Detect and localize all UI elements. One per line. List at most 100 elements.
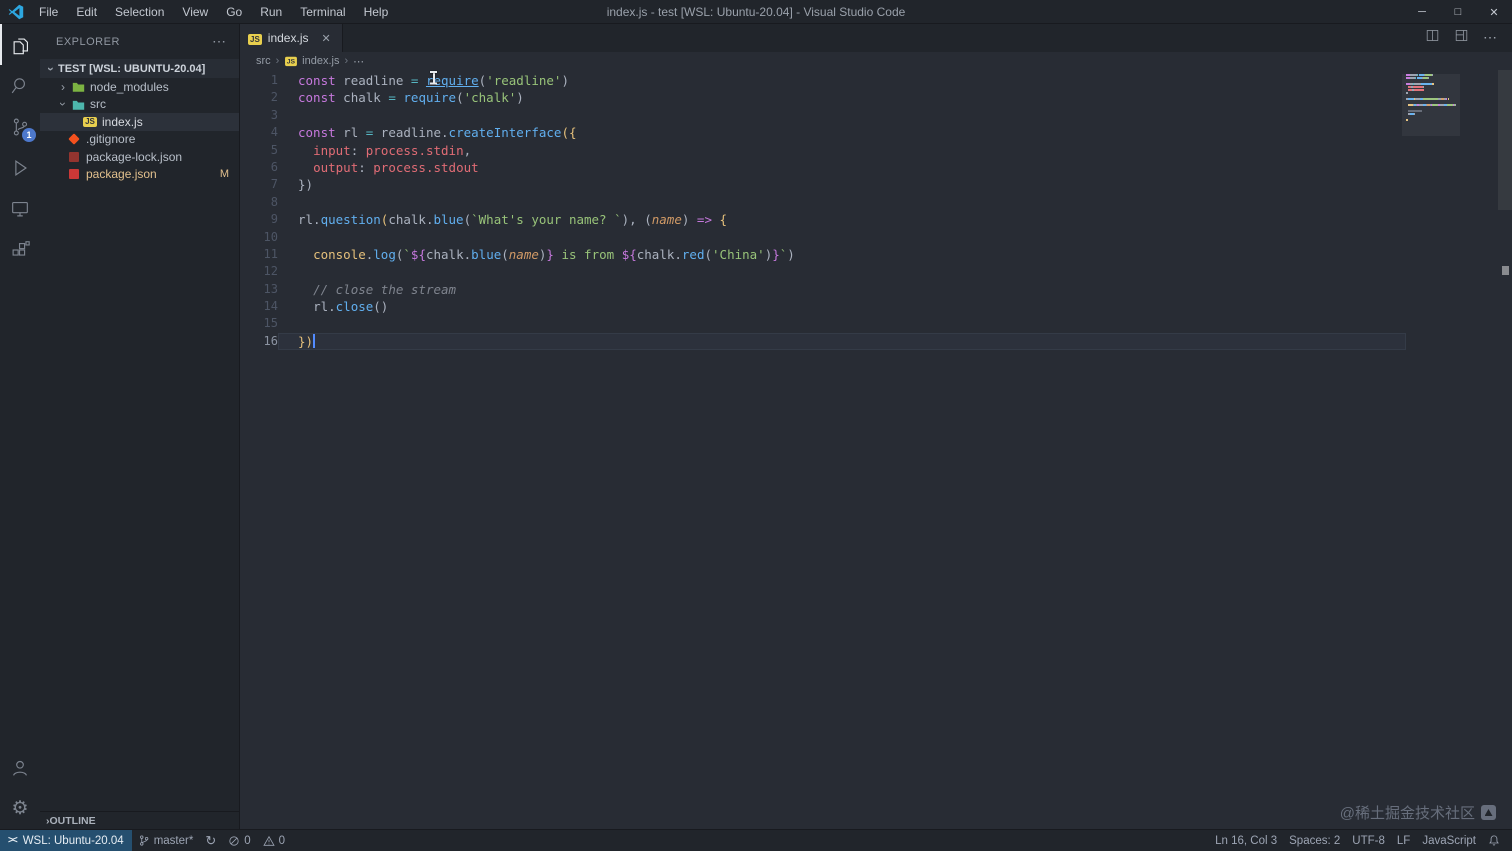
settings-icon[interactable]: ⚙	[0, 788, 40, 829]
code-line-14[interactable]: 14 rl.close()	[240, 298, 1406, 315]
vertical-scrollbar[interactable]	[1498, 70, 1512, 829]
code-area[interactable]: 1 const readline = require('readline') 2 co…	[240, 70, 1512, 829]
text-cursor	[313, 334, 316, 349]
menu-terminal[interactable]: Terminal	[291, 0, 354, 23]
minimap-viewport	[1402, 74, 1460, 136]
line-number: 4	[270, 125, 278, 140]
tree-item-src[interactable]: › src	[40, 96, 239, 114]
status-javascript[interactable]: JavaScript	[1416, 830, 1482, 851]
code-line-5[interactable]: 5 input: process.stdin,	[240, 142, 1406, 159]
sync-status-item[interactable]: ↻	[199, 830, 222, 851]
vscode-logo-icon	[8, 4, 24, 19]
code-line-1[interactable]: 1 const readline = require('readline')	[240, 72, 1406, 89]
window-controls: ─ □ ✕	[1404, 0, 1512, 24]
breadcrumb-item[interactable]: ⋯	[353, 55, 364, 68]
line-number: 5	[270, 142, 278, 157]
line-number: 11	[263, 246, 278, 261]
minimap[interactable]	[1402, 74, 1460, 136]
line-number: 12	[263, 264, 278, 279]
split-editor-icon[interactable]	[1425, 28, 1440, 48]
toggle-layout-icon[interactable]	[1454, 28, 1469, 48]
code-line-4[interactable]: 4 const rl = readline.createInterface({	[240, 124, 1406, 141]
accounts-icon[interactable]	[0, 747, 40, 788]
menu-help[interactable]: Help	[355, 0, 398, 23]
close-tab-icon[interactable]: ✕	[318, 31, 333, 46]
code-line-12[interactable]: 12	[240, 263, 1406, 280]
sidebar-explorer: EXPLORER ⋯ › TEST [WSL: UBUNTU-20.04] › n…	[40, 24, 240, 829]
code-line-15[interactable]: 15	[240, 315, 1406, 332]
tree-item-package-json[interactable]: package.json M	[40, 166, 239, 184]
status-lf[interactable]: LF	[1391, 830, 1416, 851]
line-number: 10	[263, 229, 278, 244]
maximize-button[interactable]: □	[1440, 0, 1476, 24]
explorer-icon[interactable]	[0, 24, 40, 65]
git-icon	[66, 133, 82, 145]
npm-lock-icon	[66, 151, 82, 162]
breadcrumb-item[interactable]: src	[256, 55, 271, 67]
branch-status-item[interactable]: master*	[132, 830, 200, 851]
code-line-7[interactable]: 7})	[240, 176, 1406, 193]
source-control-icon[interactable]: 1	[0, 106, 40, 147]
tree-item-node-modules[interactable]: › node_modules	[40, 78, 239, 96]
code-line-8[interactable]: 8	[240, 194, 1406, 211]
titlebar: File Edit Selection View Go Run Terminal Help i…	[0, 0, 1512, 24]
line-number: 1	[270, 73, 278, 87]
overview-ruler-mark	[1502, 266, 1509, 275]
tree-item--gitignore[interactable]: .gitignore	[40, 131, 239, 149]
activity-bar: 1 ⚙	[0, 24, 40, 829]
menu-selection[interactable]: Selection	[106, 0, 173, 23]
sync-icon: ↻	[205, 833, 217, 848]
menu-view[interactable]: View	[173, 0, 217, 23]
run-debug-icon[interactable]	[0, 147, 40, 188]
code-line-9[interactable]: 9 rl.question(chalk.blue(`What's your nam…	[240, 211, 1406, 228]
code-line-16[interactable]: 16})	[240, 332, 1406, 351]
editor-group: JS index.js ✕ ⋯ src › JS index.js › ⋯ 1 const re…	[240, 24, 1512, 829]
activity-bar-bottom: ⚙	[0, 747, 40, 829]
code-line-2[interactable]: 2 const chalk = require('chalk')	[240, 89, 1406, 106]
menu-run[interactable]: Run	[251, 0, 291, 23]
code-line-3[interactable]: 3	[240, 107, 1406, 124]
code-line-10[interactable]: 10	[240, 229, 1406, 246]
status-utf-8[interactable]: UTF-8	[1346, 830, 1391, 851]
file-label: package.json	[86, 167, 157, 182]
status-ln-16-col-3[interactable]: Ln 16, Col 3	[1209, 830, 1283, 851]
extensions-icon[interactable]	[0, 229, 40, 270]
tab-label: index.js	[267, 31, 309, 45]
chevron-down-icon: ›	[44, 66, 58, 71]
code-line-6[interactable]: 6 output: process.stdout	[240, 159, 1406, 176]
scrollbar-slider[interactable]	[1498, 70, 1512, 210]
remote-explorer-icon[interactable]	[0, 188, 40, 229]
menu-file[interactable]: File	[30, 0, 67, 23]
remote-indicator[interactable]: >< WSL: Ubuntu-20.04	[0, 830, 132, 851]
menu-go[interactable]: Go	[217, 0, 251, 23]
search-icon[interactable]	[0, 65, 40, 106]
line-number: 14	[263, 299, 278, 314]
tab-index-js[interactable]: JS index.js ✕	[240, 24, 343, 52]
status-spaces-2[interactable]: Spaces: 2	[1283, 830, 1346, 851]
outline-section[interactable]: › OUTLINE	[40, 811, 239, 829]
file-label: package-lock.json	[86, 149, 183, 164]
more-actions-icon[interactable]: ⋯	[212, 33, 227, 50]
activity-badge: 1	[22, 128, 36, 142]
error-status-item[interactable]: 0	[222, 830, 256, 851]
breadcrumb-separator: ›	[344, 55, 349, 67]
close-button[interactable]: ✕	[1476, 0, 1512, 24]
bell-status-item[interactable]	[1482, 830, 1506, 851]
npm-icon	[66, 169, 82, 180]
breadcrumb: src › JS index.js › ⋯	[240, 52, 1512, 70]
menubar: File Edit Selection View Go Run Terminal Help	[30, 0, 397, 23]
workspace-section-header[interactable]: › TEST [WSL: UBUNTU-20.04]	[40, 59, 239, 78]
workbench: 1 ⚙ EXPLORER ⋯ › TEST [WSL: UBUNTU-20.04]…	[0, 24, 1512, 829]
error-icon	[228, 835, 240, 847]
js-file-icon: JS	[285, 56, 298, 67]
code-line-13[interactable]: 13 // close the stream	[240, 281, 1406, 298]
line-number: 6	[270, 159, 278, 174]
tree-item-index-js[interactable]: JS index.js	[40, 113, 239, 131]
minimize-button[interactable]: ─	[1404, 0, 1440, 24]
tree-item-package-lock-json[interactable]: package-lock.json	[40, 148, 239, 166]
more-actions-icon[interactable]: ⋯	[1483, 29, 1498, 47]
breadcrumb-item[interactable]: JS index.js	[284, 55, 339, 67]
warning-status-item[interactable]: 0	[257, 830, 291, 851]
code-line-11[interactable]: 11 console.log(`${chalk.blue(name)} is f…	[240, 246, 1406, 263]
menu-edit[interactable]: Edit	[67, 0, 106, 23]
